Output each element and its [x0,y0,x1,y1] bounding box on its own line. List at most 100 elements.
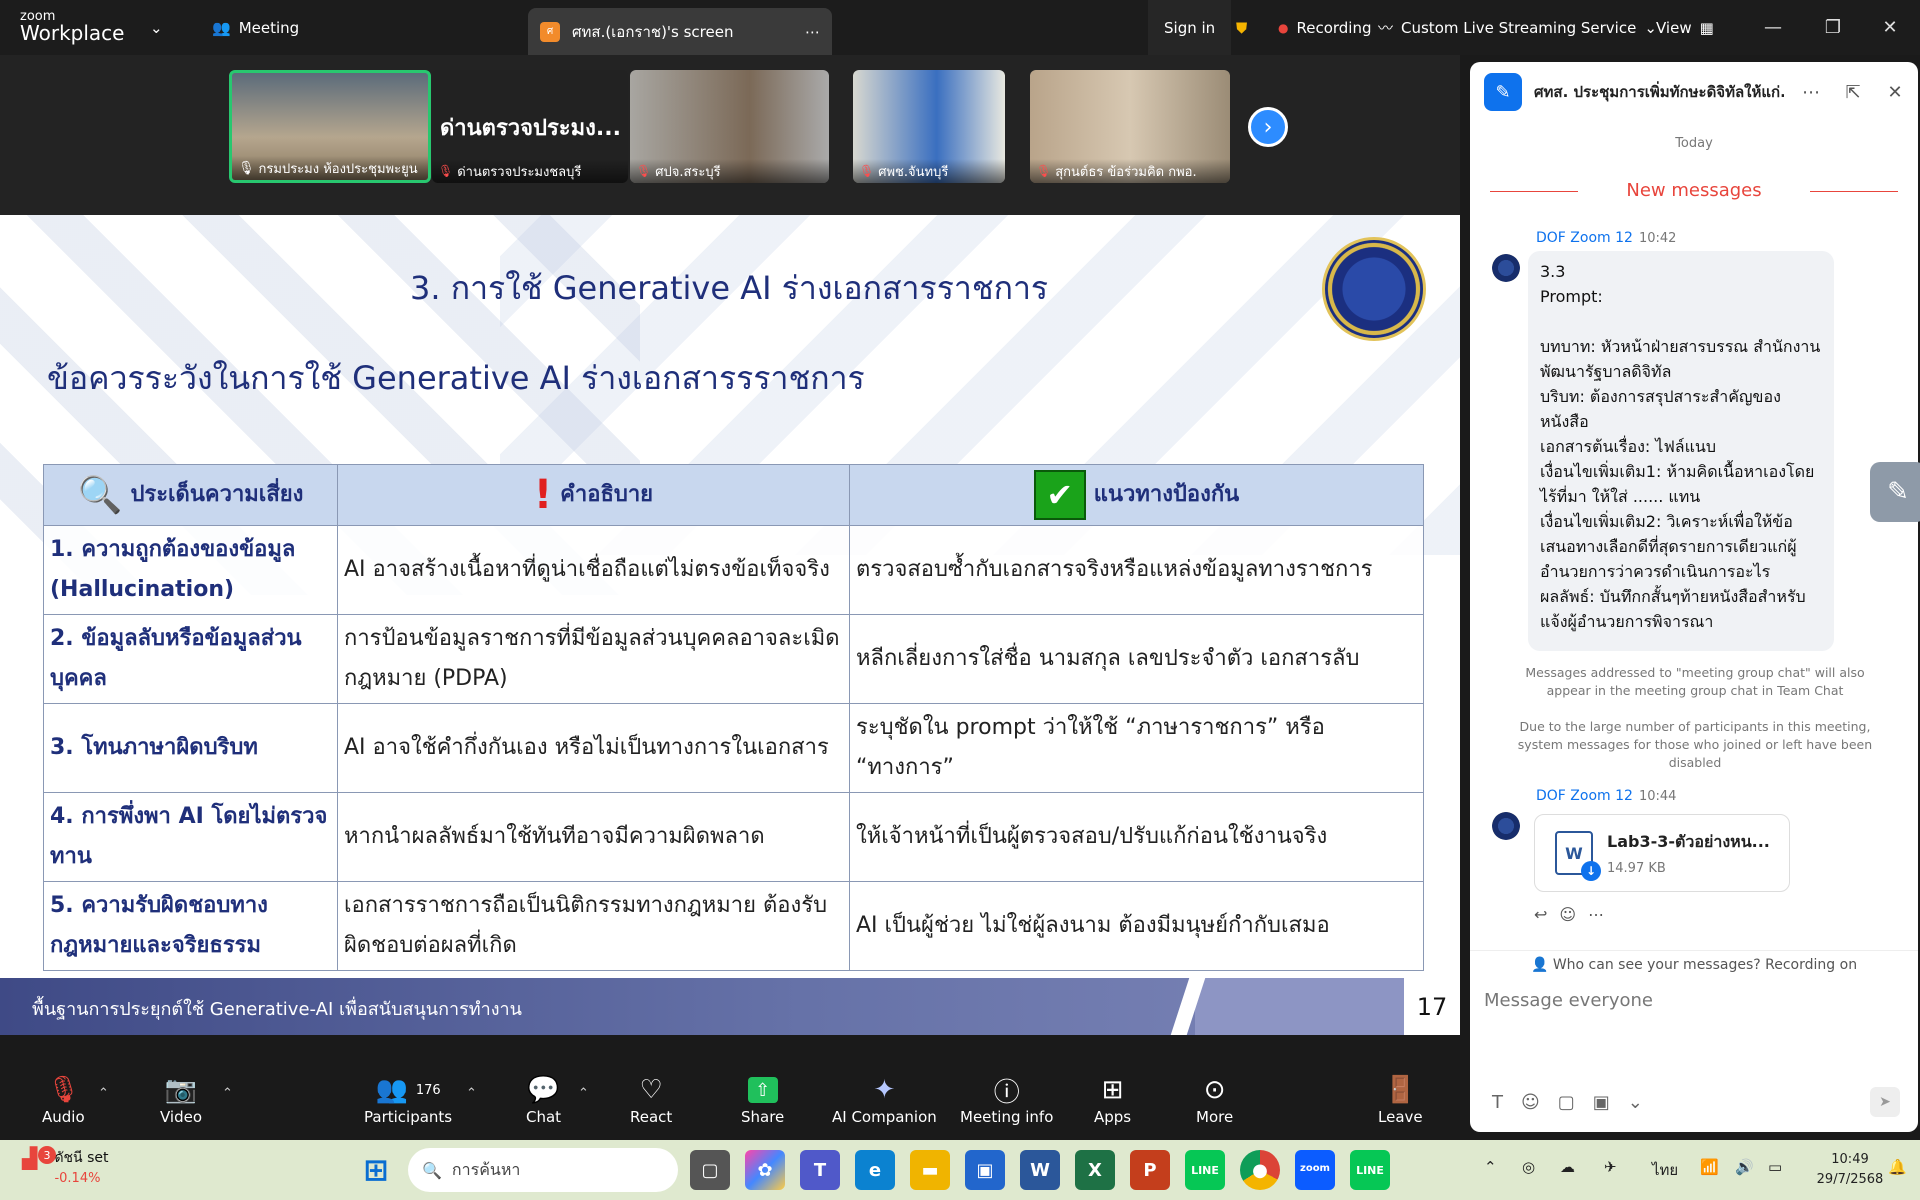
language-indicator[interactable]: ไทย [1652,1158,1678,1182]
video-thumbnail[interactable]: 🎙 ศพช.จันทบุรี [853,70,1005,183]
tray-app-icon[interactable]: ◎ [1522,1158,1535,1176]
close-window-button[interactable]: ✕ [1862,0,1918,55]
more-options-icon[interactable]: ⋯ [805,23,820,41]
muted-mic-icon: 🎙 [636,164,652,178]
meeting-info-button[interactable]: ⓘ Meeting info [960,1072,1053,1127]
restore-button[interactable]: ❐ [1805,0,1861,55]
table-header-row: 🔍 ประเด็นความเสี่ยง ! คำอธิบาย ✔ แนวทางป้อง… [43,464,1424,526]
store-icon[interactable]: ▣ [965,1150,1005,1190]
line-icon[interactable]: LINE [1185,1150,1225,1190]
video-thumbnail[interactable]: 🎙 ศปจ.สระบุรี [630,70,829,183]
zoom-logo: zoom Workplace [20,9,125,45]
pop-out-icon[interactable]: ⇱ [1838,82,1868,103]
recording-indicator[interactable]: ● Recording [1278,0,1372,55]
tray-app-icon[interactable]: ☁ [1560,1158,1575,1176]
battery-icon[interactable]: ▭ [1768,1158,1782,1176]
video-thumbnail[interactable]: 🎙 สุกนต์ธร ข้อร่วมคิด กพอ. [1030,70,1230,183]
meeting-toolbar [0,1035,1465,1140]
grid-icon: ▦ [1699,18,1714,37]
send-icon[interactable]: ➤ [1870,1087,1900,1117]
more-options-icon[interactable]: ⋯ [1796,82,1826,103]
magnifier-icon: 🔍 [77,475,123,516]
message-actions[interactable]: ↩☺⋯ [1534,905,1616,924]
mic-icon: 🎙 [238,160,255,176]
powerpoint-icon[interactable]: P [1130,1150,1170,1190]
visibility-info-link[interactable]: 👤 Who can see your messages? Recording o… [1470,950,1918,973]
system-note: Due to the large number of participants … [1517,719,1873,770]
live-streaming-menu[interactable]: 〰 Custom Live Streaming Service ⌄ [1378,0,1657,55]
sign-in-button[interactable]: Sign in [1148,0,1232,55]
leave-button[interactable]: 🚪 Leave [1378,1072,1423,1126]
show-hidden-icons[interactable]: ⌃ [1484,1158,1497,1176]
chat-panel: ✎ ศทส. ประชุมการเพิ่มทักษะดิจิทัลให้แก่.… [1470,62,1920,1132]
minimize-button[interactable]: — [1745,0,1801,55]
heart-icon: ♡ [639,1075,663,1105]
more-button[interactable]: ⊙ More [1196,1072,1233,1126]
wifi-icon[interactable]: 📶 [1700,1158,1719,1176]
chat-tools[interactable]: T☺▢▣⌄ [1492,1092,1661,1113]
apps-button[interactable]: ⊞ Apps [1094,1072,1131,1126]
tray-app-icon[interactable]: ✈ [1604,1158,1617,1176]
word-icon[interactable]: W [1020,1150,1060,1190]
chat-button[interactable]: 💬 Chat [526,1072,561,1126]
table-row: 1. ความถูกต้องของข้อมูล (Hallucination) … [43,525,1424,615]
more-icon: ⊙ [1203,1075,1226,1105]
share-button[interactable]: ⇧ Share [741,1072,784,1126]
share-arrow-icon: ⇧ [747,1077,778,1103]
chevron-right-icon: › [1263,114,1273,140]
system-clock[interactable]: 10:49 29/7/2568 [1815,1150,1885,1190]
screen-share-tab[interactable]: ศ ศทส.(เอกราช)'s screen ⋯ [528,8,832,55]
risk-table: 🔍 ประเด็นความเสี่ยง ! คำอธิบาย ✔ แนวทางป้อง… [43,464,1424,971]
exclamation-icon: ! [533,472,553,518]
chat-message[interactable]: 3.3 Prompt: บทบาท: หัวหน้าฝ่ายสารบรรณ สำ… [1528,251,1834,651]
copilot-icon[interactable]: ✿ [745,1150,785,1190]
video-button[interactable]: 📷 Video [160,1072,202,1126]
floating-draw-icon[interactable]: ✎ [1870,462,1920,522]
file-explorer-icon[interactable]: ▬ [910,1150,950,1190]
teams-icon[interactable]: T [800,1150,840,1190]
audio-button[interactable]: 🎙 Audio [42,1072,85,1126]
audio-options-icon[interactable]: ⌃ [98,1086,109,1101]
muted-mic-icon: 🎙 [1036,164,1052,178]
shield-icon[interactable]: ⛊ [1236,0,1247,55]
zoom-icon[interactable]: zoom [1295,1150,1335,1190]
sparkle-icon: ✦ [873,1075,896,1105]
muted-mic-icon: 🎙 [859,164,875,178]
download-icon[interactable]: ↓ [1581,861,1601,881]
volume-icon[interactable]: 🔊 [1735,1158,1754,1176]
workplace-menu-button[interactable]: ⌄ [150,0,163,55]
excel-icon[interactable]: X [1075,1150,1115,1190]
top-bar: zoom Workplace ⌄ 👥 Meeting ศ ศทส.(เอกราช… [0,0,1920,55]
person-icon: 👤 [1530,957,1549,973]
checkmark-icon: ✔ [1033,470,1086,520]
meeting-tab[interactable]: 👥 Meeting [212,0,299,55]
participants-options-icon[interactable]: ⌃ [466,1086,477,1101]
video-options-icon[interactable]: ⌃ [222,1086,233,1101]
chat-options-icon[interactable]: ⌃ [578,1086,589,1101]
line-icon[interactable]: LINE [1350,1150,1390,1190]
ai-companion-button[interactable]: ✦ AI Companion [832,1072,937,1126]
file-attachment[interactable]: W ↓ Lab3-3-ตัวอย่างหน... 14.97 KB [1534,814,1790,892]
compose-icon[interactable]: ✎ [1484,73,1522,111]
view-menu[interactable]: View ▦ [1656,0,1714,55]
participants-button[interactable]: 👥 176 Participants [364,1072,452,1126]
notification-bell-icon[interactable]: 🔔 [1888,1158,1907,1176]
message-input[interactable]: Message everyone [1484,990,1653,1011]
windows-start-icon[interactable]: ⊞ [356,1150,396,1190]
avatar[interactable] [1492,812,1520,840]
task-view-icon[interactable]: ▢ [690,1150,730,1190]
edge-icon[interactable]: e [855,1150,895,1190]
close-icon[interactable]: ✕ [1880,82,1910,103]
taskbar-search[interactable]: 🔍 การค้นหา [408,1148,678,1192]
new-messages-divider: New messages [1490,180,1898,201]
react-button[interactable]: ♡ React [630,1072,672,1126]
next-page-button[interactable]: › [1248,107,1288,147]
participants-icon: 👥 [375,1075,408,1105]
message-sender: DOF Zoom 12 10:44 [1536,788,1677,804]
avatar[interactable] [1492,254,1520,282]
video-thumbnail[interactable]: 🎙 กรมประมง ห้องประชุมพะยูน [229,70,431,183]
video-thumbnail[interactable]: ด่านตรวจประมง... 🎙 ด่านตรวจประมงชลบุรี [432,70,628,183]
chrome-icon[interactable]: ● [1240,1150,1280,1190]
stock-widget[interactable]: ▟ ดัชนี set -0.14% [22,1148,108,1189]
presenter-avatar: ศ [540,21,560,42]
